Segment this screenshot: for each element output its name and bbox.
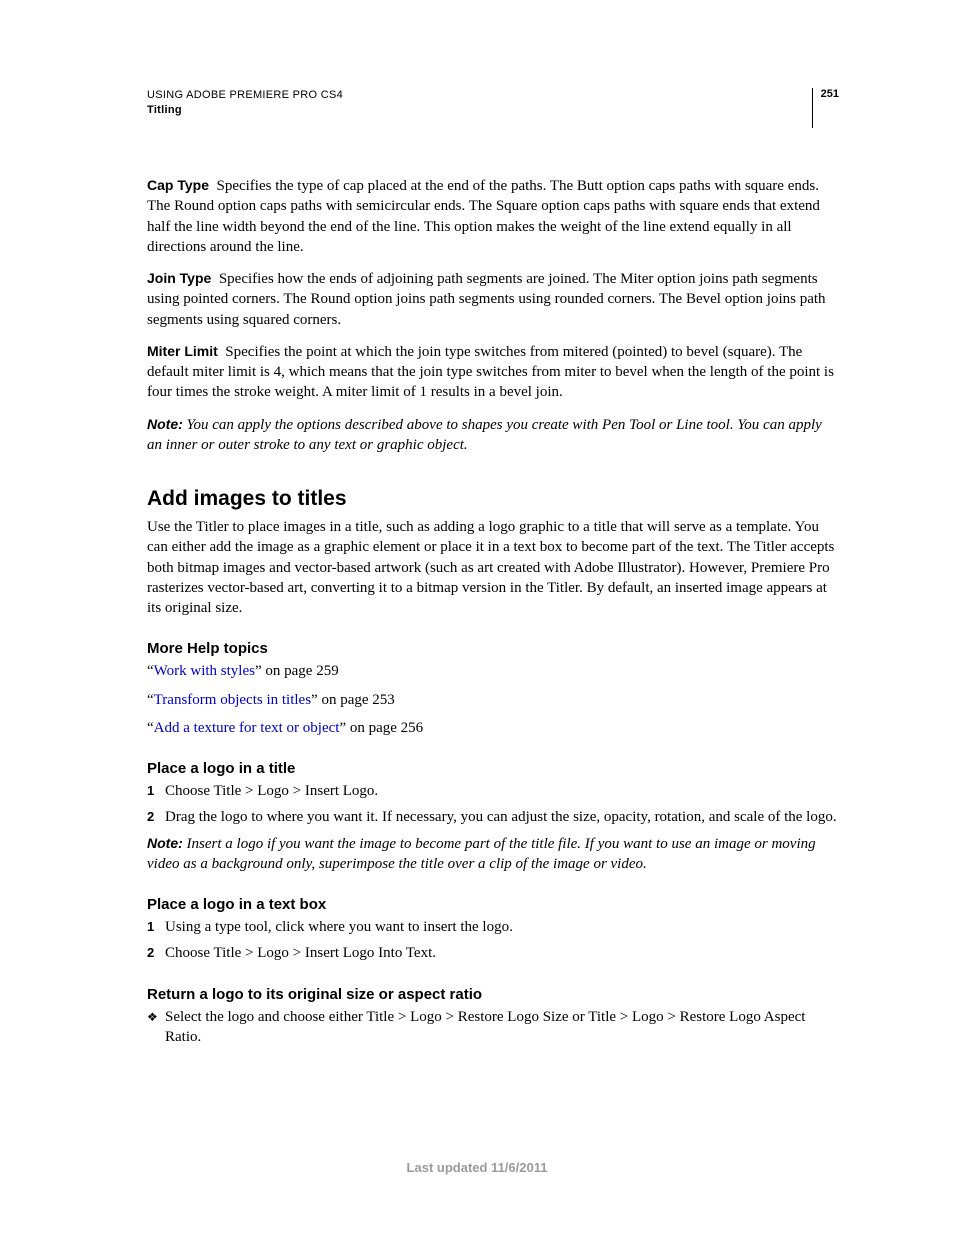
doc-section: Titling	[147, 103, 343, 118]
bullet-text: Select the logo and choose either Title …	[165, 1007, 839, 1048]
step-row: 1 Using a type tool, click where you wan…	[147, 917, 839, 937]
help-link[interactable]: Add a texture for text or object	[154, 720, 340, 736]
document-page: USING ADOBE PREMIERE PRO CS4 Titling 251…	[0, 0, 954, 1235]
note-text: Insert a logo if you want the image to b…	[147, 836, 816, 872]
header-left: USING ADOBE PREMIERE PRO CS4 Titling	[147, 88, 343, 119]
step-row: 2 Choose Title > Logo > Insert Logo Into…	[147, 943, 839, 963]
step-text: Choose Title > Logo > Insert Logo Into T…	[165, 943, 436, 963]
term-text: Specifies how the ends of adjoining path…	[147, 271, 826, 328]
help-link-row: “Work with styles” on page 259	[147, 661, 839, 681]
help-link-row: “Add a texture for text or object” on pa…	[147, 718, 839, 738]
page-footer: Last updated 11/6/2011	[0, 1160, 954, 1175]
definition-join-type: Join Type Specifies how the ends of adjo…	[147, 269, 839, 330]
step-number: 1	[147, 917, 165, 937]
section-heading: Add images to titles	[147, 487, 839, 511]
help-link[interactable]: Work with styles	[154, 663, 255, 679]
step-row: 1 Choose Title > Logo > Insert Logo.	[147, 781, 839, 801]
bullet-icon: ❖	[147, 1007, 165, 1048]
step-text: Drag the logo to where you want it. If n…	[165, 807, 837, 827]
quote-post: ” on page 253	[311, 692, 395, 708]
body-content: Cap Type Specifies the type of cap place…	[147, 176, 839, 1047]
subsection-heading: Place a logo in a title	[147, 760, 839, 777]
term-label: Join Type	[147, 270, 211, 286]
term-label: Miter Limit	[147, 343, 218, 359]
subsection-heading: Place a logo in a text box	[147, 896, 839, 913]
quote-pre: “	[147, 692, 154, 708]
page-header: USING ADOBE PREMIERE PRO CS4 Titling 251	[147, 88, 839, 128]
step-row: 2 Drag the logo to where you want it. If…	[147, 807, 839, 827]
step-number: 1	[147, 781, 165, 801]
quote-pre: “	[147, 663, 154, 679]
section-intro: Use the Titler to place images in a titl…	[147, 517, 839, 618]
note-label: Note:	[147, 835, 183, 851]
step-number: 2	[147, 807, 165, 827]
more-help-list: “Work with styles” on page 259 “Transfor…	[147, 661, 839, 738]
step-text: Using a type tool, click where you want …	[165, 917, 513, 937]
bullet-row: ❖ Select the logo and choose either Titl…	[147, 1007, 839, 1048]
note-text: You can apply the options described abov…	[147, 417, 822, 453]
term-text: Specifies the type of cap placed at the …	[147, 178, 820, 255]
quote-pre: “	[147, 720, 154, 736]
quote-post: ” on page 256	[339, 720, 423, 736]
doc-title: USING ADOBE PREMIERE PRO CS4	[147, 88, 343, 103]
definition-miter-limit: Miter Limit Specifies the point at which…	[147, 342, 839, 403]
help-link-row: “Transform objects in titles” on page 25…	[147, 690, 839, 710]
subsection-heading: Return a logo to its original size or as…	[147, 986, 839, 1003]
note-paragraph: Note: You can apply the options describe…	[147, 415, 839, 456]
quote-post: ” on page 259	[255, 663, 339, 679]
note-label: Note:	[147, 416, 183, 432]
term-text: Specifies the point at which the join ty…	[147, 344, 834, 401]
help-link[interactable]: Transform objects in titles	[154, 692, 311, 708]
note-paragraph: Note: Insert a logo if you want the imag…	[147, 834, 839, 875]
page-number: 251	[812, 88, 839, 128]
term-label: Cap Type	[147, 177, 209, 193]
step-number: 2	[147, 943, 165, 963]
step-text: Choose Title > Logo > Insert Logo.	[165, 781, 378, 801]
more-help-heading: More Help topics	[147, 640, 839, 657]
definition-cap-type: Cap Type Specifies the type of cap place…	[147, 176, 839, 257]
